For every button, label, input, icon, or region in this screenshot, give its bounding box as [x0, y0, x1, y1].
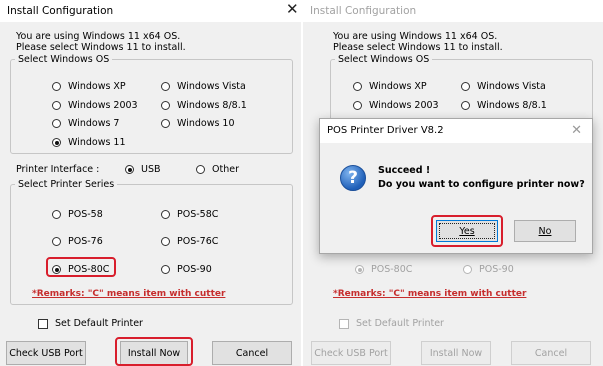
radio-label: POS-76C: [177, 236, 219, 247]
confirm-dialog: POS Printer Driver V8.2 ✕ ? Succeed ! Do…: [319, 118, 593, 254]
radio-circle: [463, 265, 472, 274]
highlight-box-pos-80c: [46, 257, 116, 277]
radio-windows-2003[interactable]: Windows 2003: [52, 100, 138, 111]
radio-windows-11[interactable]: Windows 11: [52, 137, 126, 148]
radio-windows-8[interactable]: Windows 8/8.1: [161, 100, 247, 111]
os-group-label: Select Windows OS: [18, 54, 110, 65]
radio-circle: [353, 101, 362, 110]
radio-windows-7[interactable]: Windows 7: [52, 118, 119, 129]
set-default-printer-checkbox: Set Default Printer: [339, 318, 444, 329]
radio-pos-76c[interactable]: POS-76C: [161, 236, 218, 247]
radio-circle: [52, 119, 61, 128]
window-title: Install Configuration: [310, 5, 417, 17]
radio-pos-80c: POS-80C: [355, 264, 412, 275]
radio-label: Windows 11: [68, 137, 126, 148]
info-line-1: You are using Windows 11 x64 OS.: [333, 31, 498, 42]
info-line-2: Please select Windows 11 to install.: [16, 42, 186, 53]
radio-label: Windows Vista: [477, 81, 546, 92]
radio-windows-2003: Windows 2003: [353, 100, 439, 111]
radio-pos-90: POS-90: [463, 264, 514, 275]
radio-circle: [461, 101, 470, 110]
dialog-message-line-1: Succeed !: [378, 165, 431, 176]
radio-label: Windows 7: [68, 118, 120, 129]
no-button[interactable]: No: [514, 220, 576, 242]
radio-pos-58c[interactable]: POS-58C: [161, 209, 218, 220]
check-usb-port-button[interactable]: Check USB Port: [6, 341, 86, 365]
radio-circle: [461, 82, 470, 91]
radio-interface-other[interactable]: Other: [196, 164, 239, 175]
radio-label: Windows 8/8.1: [177, 100, 247, 111]
radio-label: Windows XP: [68, 81, 126, 92]
remark-text: *Remarks: "C" means item with cutter: [32, 289, 226, 299]
radio-circle: [161, 210, 170, 219]
radio-circle: [161, 82, 170, 91]
checkbox-label: Set Default Printer: [356, 318, 444, 329]
checkbox-label: Set Default Printer: [55, 318, 143, 329]
radio-circle-checked: [125, 165, 134, 174]
radio-label: Other: [212, 164, 239, 175]
radio-circle: [196, 165, 205, 174]
install-now-button: Install Now: [421, 341, 491, 365]
close-icon[interactable]: ✕: [286, 2, 299, 17]
remark-text: *Remarks: "C" means item with cutter: [333, 289, 527, 299]
dialog-close-icon[interactable]: ✕: [571, 123, 582, 138]
radio-label: Windows 10: [177, 118, 235, 129]
radio-label: POS-80C: [371, 264, 413, 275]
interface-label: Printer Interface :: [16, 164, 100, 175]
radio-circle: [52, 101, 61, 110]
radio-windows-xp: Windows XP: [353, 81, 427, 92]
highlight-box-yes: [431, 215, 503, 247]
dialog-message-line-2: Do you want to configure printer now?: [378, 179, 585, 190]
highlight-box-install: [115, 337, 193, 366]
radio-interface-usb[interactable]: USB: [125, 164, 161, 175]
window-title: Install Configuration: [7, 5, 114, 17]
cancel-button: Cancel: [511, 341, 591, 365]
radio-circle: [52, 210, 61, 219]
radio-label: Windows Vista: [177, 81, 246, 92]
radio-circle: [52, 237, 61, 246]
radio-label: Windows 2003: [68, 100, 138, 111]
radio-label: POS-90: [177, 264, 212, 275]
radio-label: POS-58C: [177, 209, 219, 220]
cancel-button[interactable]: Cancel: [212, 341, 292, 365]
dialog-title: POS Printer Driver V8.2: [327, 125, 444, 136]
radio-windows-8: Windows 8/8.1: [461, 100, 547, 111]
checkbox-box: [38, 318, 48, 329]
radio-circle: [52, 82, 61, 91]
radio-circle-checked: [355, 265, 364, 274]
series-group-label: Select Printer Series: [18, 179, 115, 190]
radio-windows-xp[interactable]: Windows XP: [52, 81, 126, 92]
radio-label: Windows 8/8.1: [477, 100, 547, 111]
radio-circle-checked: [52, 138, 61, 147]
radio-label: USB: [141, 164, 161, 175]
radio-windows-10[interactable]: Windows 10: [161, 118, 235, 129]
radio-circle: [353, 82, 362, 91]
radio-label: Windows XP: [369, 81, 427, 92]
radio-label: POS-58: [68, 209, 103, 220]
question-icon: ?: [340, 165, 366, 191]
radio-circle: [161, 265, 170, 274]
radio-circle: [161, 119, 170, 128]
dialog-title-bar: POS Printer Driver V8.2 ✕: [320, 119, 592, 143]
title-bar: Install Configuration: [303, 0, 603, 22]
radio-circle: [161, 237, 170, 246]
radio-label: POS-90: [479, 264, 514, 275]
radio-pos-90[interactable]: POS-90: [161, 264, 212, 275]
radio-label: POS-76: [68, 236, 103, 247]
set-default-printer-checkbox[interactable]: Set Default Printer: [38, 318, 143, 329]
install-config-window: Install Configuration You are using Wind…: [0, 0, 301, 366]
radio-label: Windows 2003: [369, 100, 439, 111]
title-bar: Install Configuration: [0, 0, 301, 22]
info-line-1: You are using Windows 11 x64 OS.: [16, 31, 181, 42]
radio-pos-58[interactable]: POS-58: [52, 209, 103, 220]
check-usb-port-button: Check USB Port: [311, 341, 391, 365]
info-line-2: Please select Windows 11 to install.: [333, 42, 503, 53]
os-group-label: Select Windows OS: [338, 54, 430, 65]
radio-windows-vista: Windows Vista: [461, 81, 546, 92]
checkbox-box: [339, 318, 349, 329]
radio-circle: [161, 101, 170, 110]
radio-pos-76[interactable]: POS-76: [52, 236, 103, 247]
radio-windows-vista[interactable]: Windows Vista: [161, 81, 246, 92]
